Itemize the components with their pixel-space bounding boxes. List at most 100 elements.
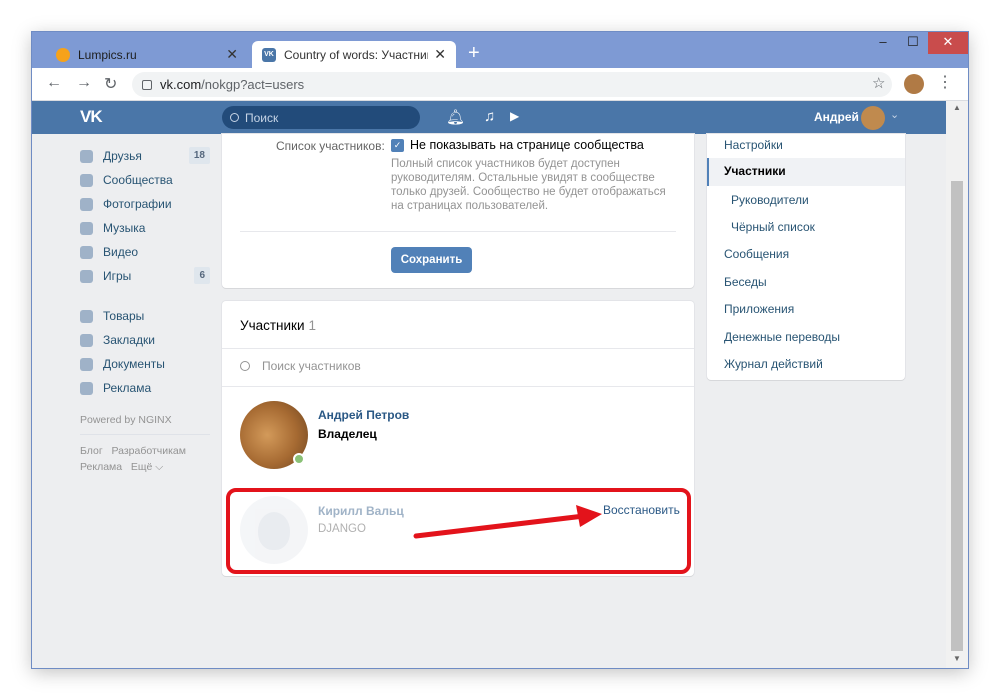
vk-logo[interactable]: VK	[80, 107, 103, 127]
music-icon[interactable]: ♫	[484, 108, 495, 125]
menu-label: Фотографии	[103, 197, 172, 211]
powered-by: Powered by NGINX	[80, 414, 172, 426]
menu-label: Реклама	[103, 381, 152, 395]
hide-members-description: Полный список участников будет доступен …	[391, 158, 666, 212]
left-menu-item-video[interactable]: Видео	[80, 240, 210, 264]
address-toolbar: ← → ↻ vk.com/nokgp?act=users ☆ ⋮	[32, 68, 968, 101]
address-path: /nokgp?act=users	[201, 77, 305, 92]
megaphone-icon	[80, 381, 93, 395]
right-menu-item-chats[interactable]: Беседы	[724, 275, 767, 289]
footer-link-blog[interactable]: Блог	[80, 445, 103, 457]
tab-vk-members[interactable]: VK Country of words: Участники ✕	[252, 41, 456, 68]
online-indicator	[293, 453, 305, 465]
browser-menu-icon[interactable]: ⋮	[937, 72, 953, 92]
reload-icon[interactable]: ↻	[104, 74, 117, 94]
footer-link-ads[interactable]: Реклама	[80, 461, 122, 473]
footer-link-more[interactable]: Ещё ⌵	[131, 461, 163, 473]
tab-strip: Lumpics.ru ✕ VK Country of words: Участн…	[32, 32, 968, 68]
menu-label: Музыка	[103, 221, 146, 235]
scroll-up-icon[interactable]: ▲	[953, 103, 961, 112]
gamepad-icon	[80, 269, 93, 283]
vk-user-avatar[interactable]	[861, 106, 885, 130]
left-menu-item-games[interactable]: Игры 6	[80, 264, 210, 288]
left-menu: Друзья 18 Сообщества Фотографии Музыка Ви…	[80, 144, 210, 475]
camera-icon	[80, 197, 93, 211]
scroll-thumb[interactable]	[951, 181, 963, 651]
menu-label: Видео	[103, 245, 139, 259]
hide-members-checkbox-label[interactable]: Не показывать на странице сообщества	[410, 138, 644, 152]
music-note-icon	[80, 221, 93, 235]
left-menu-item-ads[interactable]: Реклама	[80, 376, 210, 400]
maximize-button[interactable]: ☐	[898, 32, 928, 54]
divider	[222, 348, 694, 349]
member-name[interactable]: Андрей Петров	[318, 408, 409, 422]
tab-close-icon[interactable]: ✕	[226, 46, 238, 63]
page-scrollbar[interactable]: ▲ ▼	[946, 101, 968, 668]
menu-label: Сообщества	[103, 173, 173, 187]
divider	[240, 231, 676, 232]
member-role: Владелец	[318, 427, 377, 441]
window-controls: – ☐ ✕	[868, 32, 968, 54]
right-menu-item-apps[interactable]: Приложения	[724, 302, 794, 316]
left-menu-item-goods[interactable]: Товары	[80, 304, 210, 328]
right-menu: Настройки Участники Руководители Чёрный …	[707, 134, 905, 380]
bag-icon	[80, 309, 93, 323]
hide-members-checkbox[interactable]: ✓	[391, 139, 404, 152]
menu-label: Товары	[103, 309, 145, 323]
vk-user-name[interactable]: Андрей	[814, 110, 859, 124]
communities-icon	[80, 173, 93, 187]
bookmark-star-icon[interactable]: ☆	[872, 74, 885, 92]
right-menu-item-messages[interactable]: Сообщения	[724, 247, 789, 261]
menu-label: Документы	[103, 357, 165, 371]
tab-close-icon[interactable]: ✕	[434, 46, 446, 63]
back-arrow-icon[interactable]: ←	[46, 74, 62, 92]
members-title-text: Участники	[240, 318, 305, 333]
left-menu-item-communities[interactable]: Сообщества	[80, 168, 210, 192]
right-menu-item-settings[interactable]: Настройки	[724, 138, 783, 152]
left-menu-item-docs[interactable]: Документы	[80, 352, 210, 376]
menu-label: Закладки	[103, 333, 155, 347]
left-menu-item-bookmarks[interactable]: Закладки	[80, 328, 210, 352]
menu-label: Друзья	[103, 149, 142, 163]
right-menu-item-managers[interactable]: Руководители	[731, 193, 809, 207]
new-tab-button[interactable]: +	[468, 42, 480, 64]
vk-search-placeholder: Поиск	[245, 110, 279, 125]
search-icon	[230, 113, 239, 122]
close-window-button[interactable]: ✕	[928, 32, 968, 54]
left-menu-item-music[interactable]: Музыка	[80, 216, 210, 240]
left-menu-item-photos[interactable]: Фотографии	[80, 192, 210, 216]
address-host: vk.com	[160, 77, 202, 92]
menu-label: Игры	[103, 269, 132, 283]
save-button[interactable]: Сохранить	[391, 247, 472, 273]
right-menu-item-blacklist[interactable]: Чёрный список	[731, 220, 815, 234]
play-icon[interactable]: ▶	[510, 109, 519, 123]
friends-icon	[80, 149, 93, 163]
annotation-arrow-icon	[413, 505, 602, 539]
count-badge: 6	[194, 267, 210, 284]
right-menu-item-members[interactable]: Участники	[724, 164, 786, 178]
vk-header: VK Поиск 🔔︎ ♫ ▶ Андрей ⌄	[32, 101, 946, 134]
footer-link-dev[interactable]: Разработчикам	[111, 445, 186, 457]
left-menu-item-friends[interactable]: Друзья 18	[80, 144, 210, 168]
minimize-button[interactable]: –	[868, 32, 898, 54]
settings-card: Список участников: ✓ Не показывать на ст…	[222, 134, 694, 288]
members-count: 1	[308, 318, 317, 333]
footer-links: Блог Разработчикам Реклама Ещё ⌵	[80, 443, 210, 475]
tab-title: Country of words: Участники	[284, 47, 429, 62]
right-menu-item-transfers[interactable]: Денежные переводы	[724, 330, 840, 344]
right-menu-item-log[interactable]: Журнал действий	[724, 357, 823, 371]
lock-icon	[142, 79, 152, 90]
vk-search-input[interactable]: Поиск	[222, 106, 420, 129]
profile-avatar[interactable]	[904, 74, 924, 94]
star-icon	[80, 333, 93, 347]
scroll-down-icon[interactable]: ▼	[953, 654, 961, 663]
members-search-placeholder: Поиск участников	[262, 359, 361, 373]
bell-icon[interactable]: 🔔︎	[446, 108, 465, 126]
tab-lumpics[interactable]: Lumpics.ru ✕	[46, 41, 248, 68]
members-title: Участники 1	[240, 318, 316, 333]
address-bar[interactable]: vk.com/nokgp?act=users	[132, 72, 892, 97]
chevron-down-icon[interactable]: ⌄	[890, 108, 899, 121]
members-search-input[interactable]: Поиск участников	[240, 359, 361, 373]
forward-arrow-icon[interactable]: →	[76, 74, 92, 92]
members-list-label: Список участников:	[276, 139, 385, 153]
